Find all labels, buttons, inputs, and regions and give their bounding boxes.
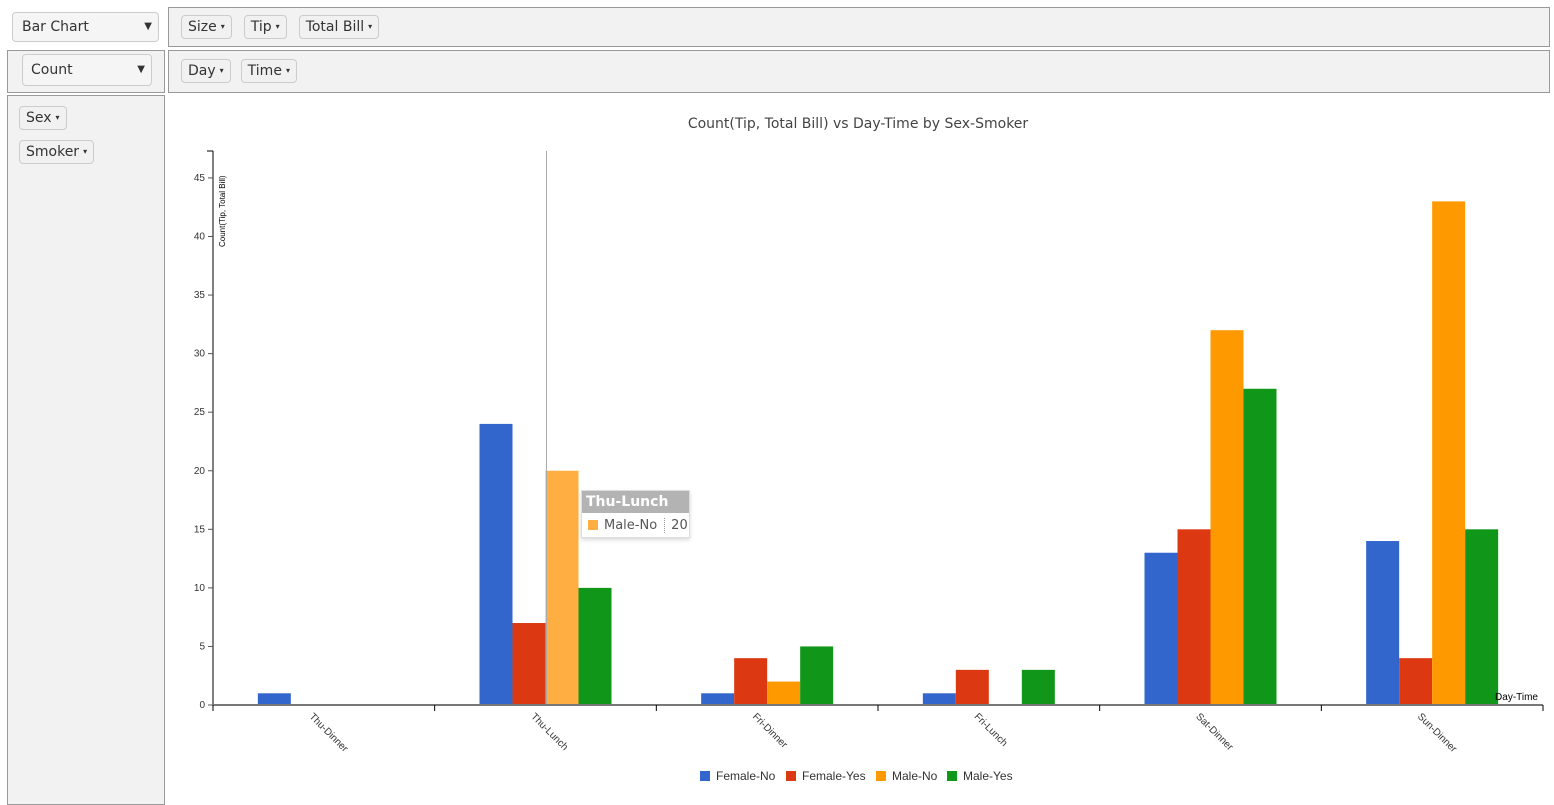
y-tick-label: 10 bbox=[194, 583, 206, 594]
y-tick-label: 15 bbox=[194, 524, 206, 535]
bar-sun-dinner-male-yes[interactable] bbox=[1465, 529, 1499, 705]
y-tick-label: 45 bbox=[194, 173, 206, 184]
y-tick-label: 25 bbox=[194, 407, 206, 418]
legend-label: Female-Yes bbox=[802, 769, 866, 783]
y-tick-label: 0 bbox=[199, 700, 205, 711]
y-tick-label: 20 bbox=[194, 466, 206, 477]
legend-swatch bbox=[947, 771, 957, 781]
bar-fri-dinner-female-yes[interactable] bbox=[734, 658, 768, 705]
legend-item-male-yes[interactable]: Male-Yes bbox=[947, 769, 1013, 783]
x-tick-label: Thu-Lunch bbox=[528, 711, 570, 753]
legend-item-male-no[interactable]: Male-No bbox=[876, 769, 938, 783]
bar-sat-dinner-female-no[interactable] bbox=[1144, 552, 1178, 705]
bar-sat-dinner-male-no[interactable] bbox=[1210, 330, 1244, 705]
bar-sat-dinner-female-yes[interactable] bbox=[1177, 529, 1211, 705]
tooltip-row: Male-No 20 bbox=[582, 513, 689, 537]
tooltip-value: 20 bbox=[664, 517, 688, 533]
y-tick-label: 5 bbox=[199, 641, 205, 652]
bar-thu-lunch-male-yes[interactable] bbox=[578, 587, 612, 705]
bar-thu-lunch-female-yes[interactable] bbox=[512, 623, 546, 705]
bar-sun-dinner-female-yes[interactable] bbox=[1399, 658, 1433, 705]
legend-swatch bbox=[700, 771, 710, 781]
chart-tooltip: Thu-Lunch Male-No 20 bbox=[581, 490, 690, 538]
bar-sat-dinner-male-yes[interactable] bbox=[1243, 388, 1277, 705]
legend-label: Female-No bbox=[716, 769, 776, 783]
bar-fri-lunch-female-no[interactable] bbox=[922, 693, 956, 705]
legend-swatch bbox=[786, 771, 796, 781]
y-tick-label: 30 bbox=[194, 349, 206, 360]
bar-chart: Count(Tip, Total Bill) vs Day-Time by Se… bbox=[194, 116, 1544, 783]
x-axis-label: Day-Time bbox=[1495, 692, 1538, 703]
tooltip-series: Male-No bbox=[604, 517, 658, 533]
bar-fri-dinner-male-no[interactable] bbox=[767, 681, 801, 705]
legend-item-female-yes[interactable]: Female-Yes bbox=[786, 769, 866, 783]
bar-fri-lunch-male-yes[interactable] bbox=[1021, 669, 1055, 705]
x-tick-label: Sat-Dinner bbox=[1193, 711, 1235, 753]
bar-thu-lunch-female-no[interactable] bbox=[479, 423, 513, 705]
legend-swatch bbox=[876, 771, 886, 781]
y-axis-label: Count(Tip, Total Bill) bbox=[218, 175, 227, 247]
bar-fri-dinner-male-yes[interactable] bbox=[800, 646, 834, 705]
x-tick-label: Fri-Dinner bbox=[750, 711, 790, 751]
x-tick-label: Sun-Dinner bbox=[1415, 711, 1459, 755]
x-tick-label: Fri-Lunch bbox=[972, 711, 1010, 749]
chart-title: Count(Tip, Total Bill) vs Day-Time by Se… bbox=[688, 116, 1029, 132]
bar-fri-lunch-female-yes[interactable] bbox=[955, 669, 989, 705]
y-tick-label: 35 bbox=[194, 290, 206, 301]
bar-sun-dinner-female-no[interactable] bbox=[1366, 541, 1400, 705]
bar-thu-lunch-male-no[interactable] bbox=[545, 470, 579, 705]
legend-item-female-no[interactable]: Female-No bbox=[700, 769, 776, 783]
x-tick-label: Thu-Dinner bbox=[307, 711, 351, 755]
tooltip-color-swatch bbox=[588, 520, 598, 530]
bar-sun-dinner-male-no[interactable] bbox=[1432, 201, 1466, 705]
legend-label: Male-No bbox=[892, 769, 938, 783]
bar-fri-dinner-female-no[interactable] bbox=[701, 693, 735, 705]
tooltip-title: Thu-Lunch bbox=[582, 491, 689, 513]
bar-thu-dinner-female-no[interactable] bbox=[257, 693, 291, 705]
legend-label: Male-Yes bbox=[963, 769, 1013, 783]
y-tick-label: 40 bbox=[194, 232, 206, 243]
